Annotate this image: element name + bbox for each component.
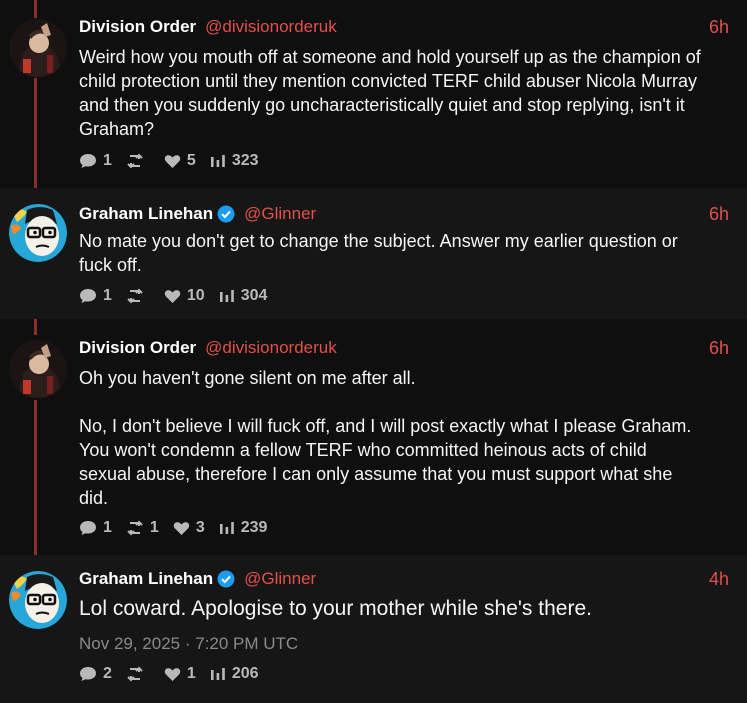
tweet-date[interactable]: Nov 29, 2025 · 7:20 PM UTC [79, 634, 298, 654]
tweet-text-line: Oh you haven't gone silent on me after a… [79, 368, 416, 388]
verified-badge-icon [217, 205, 235, 223]
tweet-text: Weird how you mouth off at someone and h… [79, 45, 731, 141]
tweet[interactable]: Division Order @divisionorderuk 6h Oh yo… [0, 321, 747, 551]
display-name[interactable]: Division Order [79, 17, 196, 37]
tweet-text-line: and then you suddenly go uncharacteristi… [79, 95, 685, 115]
user-handle[interactable]: @Glinner [244, 204, 316, 224]
like-count: 1 [186, 665, 196, 682]
retweet-button[interactable] [126, 153, 150, 169]
bar-chart-icon [219, 290, 234, 302]
avatar-division-order[interactable] [9, 340, 67, 398]
views-stat: 323 [210, 152, 259, 170]
tweet-main[interactable]: Graham Linehan @Glinner 4h Lol coward. A… [0, 555, 747, 703]
tweet-text-line: fuck off. [79, 255, 142, 275]
verified-badge-icon [217, 570, 235, 588]
tweet-time[interactable]: 6h [709, 17, 729, 38]
like-button[interactable]: 1 [164, 665, 196, 683]
heart-icon [164, 289, 181, 303]
retweet-button[interactable] [126, 666, 150, 682]
retweet-icon [127, 666, 143, 682]
tweet[interactable]: Graham Linehan @Glinner 6h No mate you d… [0, 188, 747, 319]
view-count: 239 [240, 519, 268, 536]
tweet-text: Oh you haven't gone silent on me after a… [79, 366, 731, 510]
display-name[interactable]: Graham Linehan [79, 569, 213, 589]
display-name[interactable]: Graham Linehan [79, 204, 213, 224]
retweet-count: 1 [149, 519, 159, 536]
tweet-text-line: child protection until they mention conv… [79, 71, 697, 91]
bar-chart-icon [210, 668, 225, 680]
user-handle[interactable]: @Glinner [244, 569, 316, 589]
user-handle[interactable]: @divisionorderuk [205, 338, 337, 358]
reply-button[interactable]: 1 [79, 519, 112, 537]
like-count: 5 [186, 152, 196, 169]
retweet-icon [127, 288, 143, 304]
tweet-text: No mate you don't get to change the subj… [79, 229, 731, 277]
tweet-text: Lol coward. Apologise to your mother whi… [79, 596, 731, 622]
reply-button[interactable]: 1 [79, 152, 112, 170]
retweet-button[interactable] [126, 288, 150, 304]
speech-bubble-icon [80, 667, 96, 681]
avatar-division-order[interactable] [9, 19, 67, 77]
reply-count: 1 [103, 519, 112, 536]
retweet-button[interactable]: 1 [126, 519, 159, 537]
like-button[interactable]: 10 [164, 287, 205, 305]
speech-bubble-icon [80, 521, 96, 535]
tweet-text-line: No mate you don't get to change the subj… [79, 231, 678, 251]
tweet-text-line: sexual abuse, therefore I can only assum… [79, 464, 673, 484]
tweet-text-line: No, I don't believe I will fuck off, and… [79, 416, 692, 436]
like-count: 10 [186, 287, 205, 304]
user-handle[interactable]: @divisionorderuk [205, 17, 337, 37]
tweet-stats: 2 1 206 [79, 664, 273, 684]
like-button[interactable]: 3 [173, 519, 205, 537]
retweet-icon [127, 153, 143, 169]
reply-button[interactable]: 2 [79, 665, 112, 683]
tweet-text-line: You won't condemn a fellow TERF who comm… [79, 440, 647, 460]
like-count: 3 [195, 519, 205, 536]
view-count: 304 [240, 287, 268, 304]
avatar-image [9, 571, 67, 629]
view-count: 323 [231, 152, 259, 169]
tweet-text-line: Graham? [79, 119, 155, 139]
views-stat: 239 [219, 519, 268, 537]
like-button[interactable]: 5 [164, 152, 196, 170]
speech-bubble-icon [80, 289, 96, 303]
tweet-stats: 1 1 3 239 [79, 518, 281, 538]
heart-icon [173, 521, 190, 535]
tweet-stats: 1 10 304 [79, 286, 281, 306]
avatar-graham-linehan[interactable] [9, 204, 67, 262]
tweet-text-line: Weird how you mouth off at someone and h… [79, 47, 701, 67]
avatar-graham-linehan[interactable] [9, 571, 67, 629]
speech-bubble-icon [80, 154, 96, 168]
tweet-stats: 1 5 323 [79, 151, 273, 171]
bar-chart-icon [219, 522, 234, 534]
tweet-time[interactable]: 6h [709, 338, 729, 359]
avatar-image [9, 19, 67, 77]
heart-icon [164, 667, 181, 681]
reply-count: 1 [103, 287, 112, 304]
reply-button[interactable]: 1 [79, 287, 112, 305]
retweet-icon [127, 520, 143, 536]
display-name[interactable]: Division Order [79, 338, 196, 358]
views-stat: 206 [210, 665, 259, 683]
bar-chart-icon [210, 155, 225, 167]
tweet-text-line: Lol coward. Apologise to your mother whi… [79, 597, 592, 620]
tweet-text-line: did. [79, 488, 109, 508]
tweet[interactable]: Division Order @divisionorderuk 6h Weird… [0, 0, 747, 186]
avatar-image [9, 340, 67, 398]
tweet-time[interactable]: 6h [709, 204, 729, 225]
avatar-image [9, 204, 67, 262]
reply-count: 1 [103, 152, 112, 169]
heart-icon [164, 154, 181, 168]
reply-count: 2 [103, 665, 112, 682]
views-stat: 304 [219, 287, 268, 305]
tweet-time[interactable]: 4h [709, 569, 729, 590]
view-count: 206 [231, 665, 259, 682]
